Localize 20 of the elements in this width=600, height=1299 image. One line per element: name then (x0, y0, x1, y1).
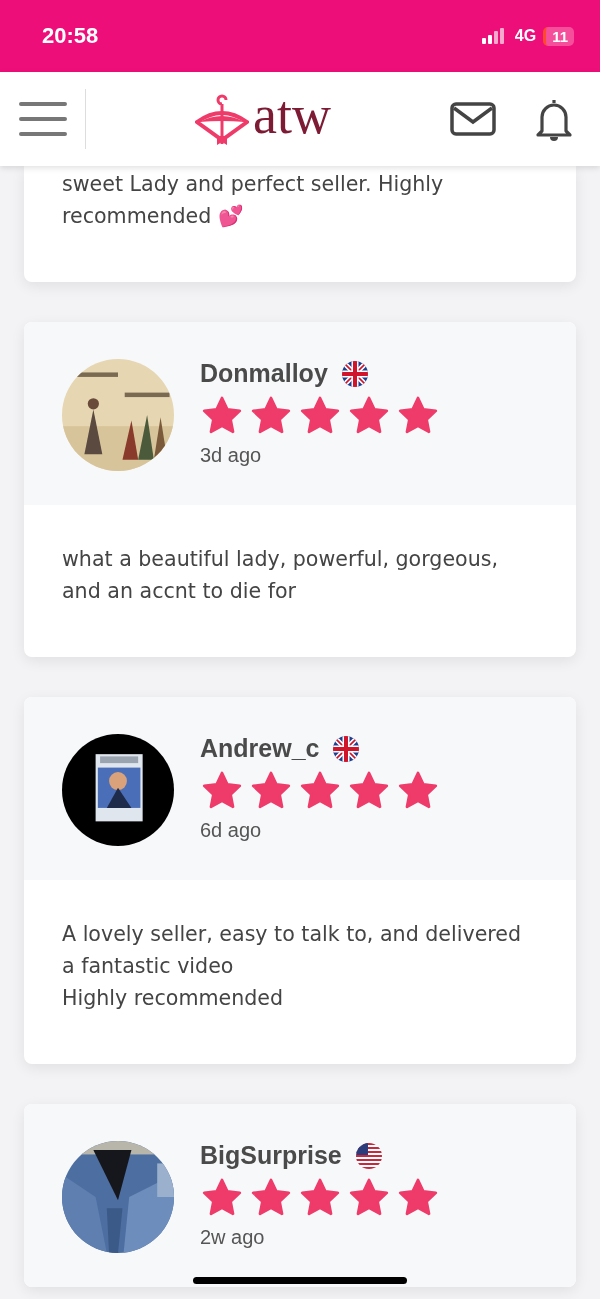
notification-bell-icon[interactable] (534, 97, 574, 141)
review-time: 3d ago (200, 444, 263, 467)
review-text: what a beautiful lady, powerful, gorgeous, and an accnt to die for (61, 546, 499, 605)
review-text: A lovely seller, easy to talk to, and delivered a fantastic video Highly recommended (61, 921, 523, 1012)
uk-flag-icon (333, 735, 360, 762)
reviewer-name[interactable]: BigSurprise (200, 1141, 342, 1170)
reviewer-name[interactable]: Andrew_c (200, 734, 320, 763)
us-flag-icon (355, 1142, 382, 1169)
review-time: 6d ago (200, 819, 263, 842)
menu-icon[interactable] (17, 100, 68, 138)
network-label: 4G (514, 27, 537, 45)
battery-level: 11 (543, 26, 574, 46)
review-text: sweet Lady and perfect seller. Highly recommended 💕 (61, 171, 445, 230)
hanger-icon (195, 92, 249, 146)
review-time: 2w ago (200, 1226, 266, 1249)
clock-time: 20:58 (42, 23, 99, 49)
logo-text[interactable]: atw (253, 88, 331, 142)
uk-flag-icon (341, 360, 368, 387)
mail-icon[interactable] (450, 102, 496, 136)
reviewer-name[interactable]: Donmalloy (200, 359, 328, 388)
